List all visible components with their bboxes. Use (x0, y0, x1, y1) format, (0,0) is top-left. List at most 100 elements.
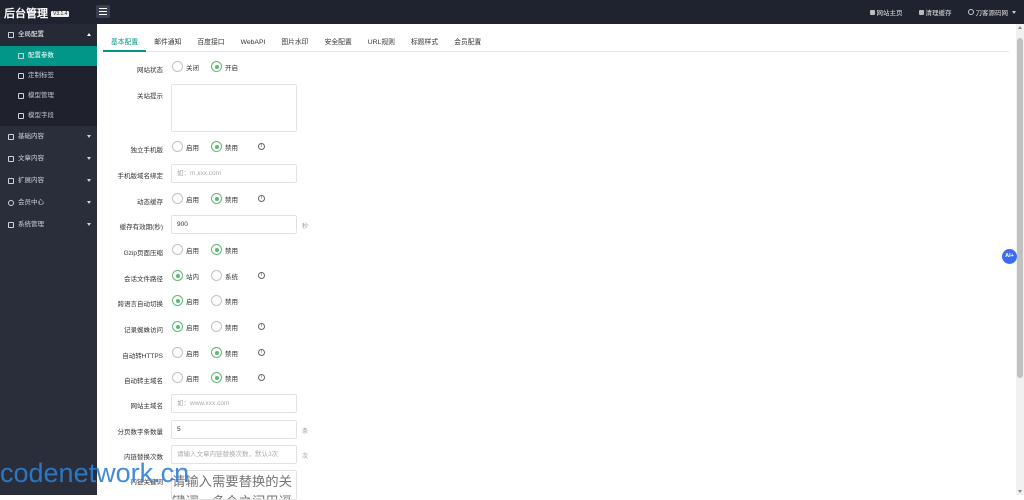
gzip-disable-radio[interactable]: 禁用 (211, 244, 238, 255)
globe-icon (18, 93, 24, 99)
sidebar: 全局配置 配置参数 定制标签 模型管理 模型字段 基础内容 文章内容 扩展内容 … (0, 24, 97, 495)
tab-title-style[interactable]: 标题样式 (403, 34, 446, 52)
site-status-on-radio[interactable]: 开启 (211, 61, 238, 72)
sidebar-group-basic-content[interactable]: 基础内容 (0, 126, 97, 148)
sidebar-group-member-center[interactable]: 会员中心 (0, 192, 97, 214)
main-content: 基本配置 邮件通知 百度接口 WebAPI 图片水印 安全配置 URL规则 标题… (97, 24, 1015, 500)
nav-user-menu[interactable]: 刀客源码网 (967, 7, 1016, 17)
tab-webapi[interactable]: WebAPI (233, 34, 274, 52)
main-domain-redirect-enable-radio[interactable]: 启用 (172, 372, 199, 383)
sliders-icon (18, 53, 24, 59)
home-icon (869, 9, 875, 15)
external-link-icon (18, 113, 24, 119)
chevron-down-icon (87, 157, 91, 160)
row-cache-ttl: 缓存有效期(秒) 秒 (97, 215, 997, 235)
menu-toggle-button[interactable] (96, 5, 110, 18)
row-mobile-site: 独立手机版 启用 禁用 i (97, 138, 997, 158)
row-mobile-domain: 手机版域名绑定 (97, 164, 997, 184)
sidebar-group-extended-content[interactable]: 扩展内容 (0, 170, 97, 192)
info-icon[interactable]: i (258, 195, 265, 202)
gear-icon (8, 222, 14, 228)
chevron-up-icon (87, 33, 91, 36)
info-icon[interactable]: i (258, 143, 265, 150)
row-lang-switch: 跨语言自动切换 启用 禁用 (97, 292, 997, 312)
https-disable-radio[interactable]: 禁用 (211, 347, 238, 358)
sidebar-item-model-manage[interactable]: 模型管理 (0, 86, 97, 106)
ai-assistant-button[interactable]: AI+ (1002, 249, 1017, 264)
expand-icon (8, 178, 14, 184)
spider-log-enable-radio[interactable]: 启用 (172, 321, 199, 332)
trash-icon (918, 9, 924, 15)
link-replace-input[interactable] (171, 445, 297, 464)
row-main-domain-redirect: 自动转主域名 启用 禁用 i (97, 369, 997, 389)
sidebar-item-config-params[interactable]: 配置参数 (0, 46, 97, 66)
mobile-site-disable-radio[interactable]: 禁用 (211, 141, 238, 152)
settings-icon (8, 32, 14, 38)
mobile-site-enable-radio[interactable]: 启用 (172, 141, 199, 152)
cache-ttl-input[interactable] (171, 215, 297, 234)
row-spider-log: 记录蜘蛛访问 启用 禁用 i (97, 318, 997, 338)
top-bar: 后台管理 V3.1.4 网站主页 清理缓存 刀客源码网 (0, 0, 1024, 24)
info-icon[interactable]: i (258, 374, 265, 381)
scrollbar-thumb[interactable] (1017, 38, 1023, 378)
top-nav: 网站主页 清理缓存 刀客源码网 (869, 7, 1016, 17)
info-icon[interactable]: i (258, 349, 265, 356)
tab-image-watermark[interactable]: 图片水印 (273, 34, 316, 52)
sidebar-group-article-content[interactable]: 文章内容 (0, 148, 97, 170)
dynamic-cache-disable-radio[interactable]: 禁用 (211, 193, 238, 204)
version-badge: V3.1.4 (51, 11, 70, 17)
sidebar-item-custom-tags[interactable]: 定制标签 (0, 66, 97, 86)
keywords-textarea[interactable] (171, 470, 297, 500)
chevron-down-icon (87, 223, 91, 226)
sidebar-group-global-config[interactable]: 全局配置 (0, 24, 97, 46)
config-tabs: 基本配置 邮件通知 百度接口 WebAPI 图片水印 安全配置 URL规则 标题… (103, 34, 1009, 52)
page-scrollbar[interactable] (1016, 24, 1024, 495)
spider-log-disable-radio[interactable]: 禁用 (211, 321, 238, 332)
dynamic-cache-enable-radio[interactable]: 启用 (172, 193, 199, 204)
chevron-down-icon (87, 135, 91, 138)
sliders-icon (8, 134, 14, 140)
row-gzip: Gzip页面压缩 启用 禁用 (97, 241, 997, 261)
document-icon (8, 156, 14, 162)
row-https: 自动转HTTPS 启用 禁用 i (97, 344, 997, 364)
user-icon (8, 200, 14, 206)
tab-url-rules[interactable]: URL规则 (360, 34, 403, 52)
row-link-replace: 内链替换次数 次 (97, 445, 997, 465)
main-domain-redirect-disable-radio[interactable]: 禁用 (211, 372, 238, 383)
user-icon (967, 9, 974, 15)
row-main-domain: 网站主域名 (97, 394, 997, 414)
row-keywords: 内链关键词 (97, 470, 997, 500)
tab-basic-config[interactable]: 基本配置 (103, 34, 147, 52)
app-logo[interactable]: 后台管理 V3.1.4 (4, 5, 70, 21)
lang-switch-enable-radio[interactable]: 启用 (172, 295, 199, 306)
info-icon[interactable]: i (258, 323, 265, 330)
wrench-icon (18, 73, 24, 79)
watermark-text: codenetwork.cn (0, 458, 190, 488)
tab-baidu-api[interactable]: 百度接口 (189, 34, 232, 52)
sidebar-item-model-fields[interactable]: 模型字段 (0, 106, 97, 126)
gzip-enable-radio[interactable]: 启用 (172, 244, 199, 255)
tab-security-config[interactable]: 安全配置 (317, 34, 360, 52)
session-path-system-radio[interactable]: 系统 (211, 270, 238, 281)
main-domain-input[interactable] (171, 394, 297, 413)
scroll-down-icon[interactable] (1018, 490, 1022, 493)
session-path-site-radio[interactable]: 站内 (172, 270, 199, 281)
lang-switch-disable-radio[interactable]: 禁用 (211, 295, 238, 306)
scroll-up-icon[interactable] (1018, 26, 1022, 29)
row-page-count: 分页数字条数量 条 (97, 420, 997, 440)
info-icon[interactable]: i (258, 272, 265, 279)
row-site-status: 网站状态 关闭 开启 (97, 58, 997, 78)
nav-clear-cache[interactable]: 清理缓存 (918, 7, 952, 17)
https-enable-radio[interactable]: 启用 (172, 347, 199, 358)
tab-mail-notify[interactable]: 邮件通知 (146, 34, 189, 52)
row-session-path: 会话文件路径 站内 系统 i (97, 267, 997, 287)
tab-member-config[interactable]: 会员配置 (446, 34, 489, 52)
sidebar-group-system-manage[interactable]: 系统管理 (0, 214, 97, 236)
mobile-domain-input[interactable] (171, 164, 297, 183)
page-count-input[interactable] (171, 420, 297, 439)
nav-site-home[interactable]: 网站主页 (869, 7, 903, 17)
chevron-down-icon (87, 179, 91, 182)
close-tip-textarea[interactable] (171, 84, 297, 132)
site-status-off-radio[interactable]: 关闭 (172, 61, 199, 72)
sidebar-submenu: 配置参数 定制标签 模型管理 模型字段 (0, 46, 97, 126)
